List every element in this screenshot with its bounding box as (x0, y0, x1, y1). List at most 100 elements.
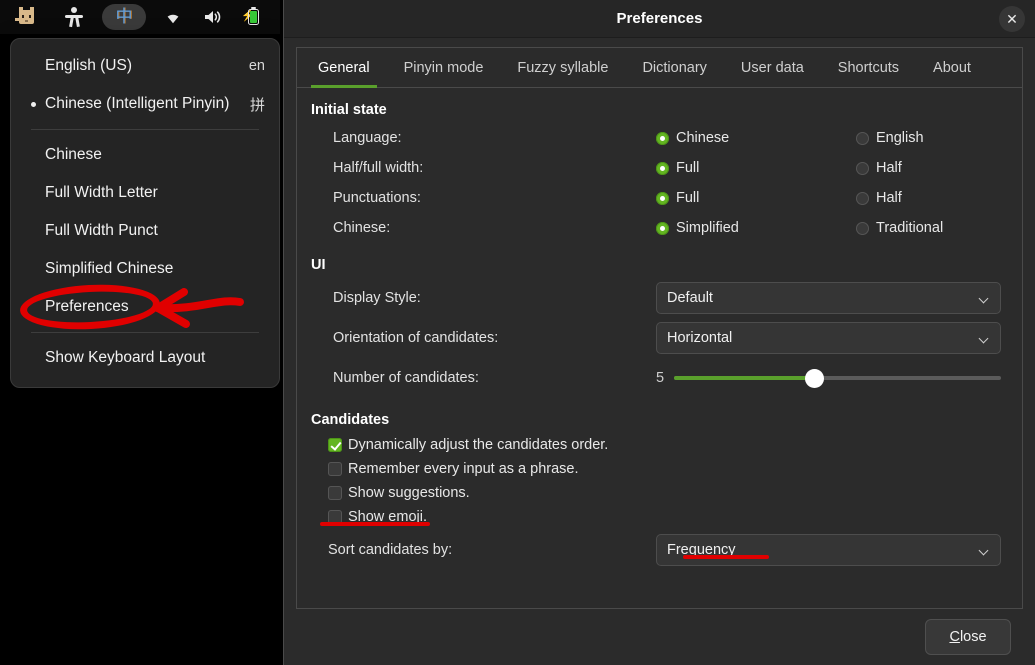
radio-indicator-icon (656, 131, 669, 145)
checkbox-dynamic-order[interactable]: Dynamically adjust the candidates order. (311, 433, 1004, 457)
radio-label: Half (876, 160, 902, 176)
ime-glyph: 中 (115, 6, 133, 27)
row-orientation: Orientation of candidates: Horizontal (311, 318, 1004, 358)
tab-notebook: General Pinyin mode Fuzzy syllable Dicti… (296, 47, 1023, 609)
tab-label: About (933, 59, 971, 76)
battery-glyph: ⚡ (241, 7, 262, 26)
radio-language-english[interactable]: English (856, 130, 924, 146)
battery-icon[interactable]: ⚡ (232, 0, 272, 34)
section-heading-initial-state: Initial state (311, 102, 387, 118)
row-label: Chinese: (333, 220, 391, 236)
menu-item-full-width-punct[interactable]: Full Width Punct (11, 212, 279, 250)
radio-chinese-traditional[interactable]: Traditional (856, 220, 943, 236)
row-label: Language: (333, 130, 402, 146)
close-icon[interactable]: ✕ (999, 5, 1025, 32)
number-of-candidates-slider[interactable]: 5 (656, 368, 1001, 388)
row-label: Display Style: (333, 290, 421, 306)
dropdown-value: Frequency (667, 542, 736, 558)
checkbox-show-suggestions[interactable]: Show suggestions. (311, 481, 1004, 505)
slider-value: 5 (656, 370, 665, 386)
radio-label: Full (676, 190, 700, 206)
menu-item-show-keyboard-layout[interactable]: Show Keyboard Layout (11, 339, 279, 377)
accessibility-icon[interactable] (52, 0, 96, 34)
row-half-full-width: Half/full width: Full Half (311, 153, 1004, 183)
checkbox-show-emoji[interactable]: Show emoji. (311, 505, 1004, 529)
ime-pill: 中 (102, 4, 146, 30)
checkbox-label: Dynamically adjust the candidates order. (348, 437, 609, 453)
window-titlebar: Preferences ✕ (284, 0, 1035, 38)
row-number-of-candidates: Number of candidates: 5 (311, 358, 1004, 398)
sort-candidates-dropdown[interactable]: Frequency (656, 534, 1001, 566)
dialog-body: General Pinyin mode Fuzzy syllable Dicti… (284, 38, 1035, 665)
section-heading-ui: UI (311, 257, 326, 273)
menu-separator (31, 129, 259, 130)
menu-item-engine-english[interactable]: English (US) en (11, 47, 279, 85)
volume-icon[interactable] (194, 0, 232, 34)
row-chinese-variant: Chinese: Simplified Traditional (311, 213, 1004, 243)
checkbox-indicator-icon (328, 486, 342, 500)
cat-icon[interactable] (0, 0, 52, 34)
checkbox-label: Remember every input as a phrase. (348, 461, 579, 477)
row-sort-candidates-by: Sort candidates by: Frequency (311, 533, 1004, 567)
menu-item-preferences[interactable]: Preferences (11, 288, 279, 326)
radio-indicator-icon (856, 221, 869, 235)
menu-item-label: Preferences (45, 298, 129, 315)
tab-about[interactable]: About (916, 48, 988, 87)
radio-label: Half (876, 190, 902, 206)
preferences-window: Preferences ✕ General Pinyin mode Fuzzy … (283, 0, 1035, 665)
tab-label: Dictionary (642, 59, 707, 76)
close-button[interactable]: Close (925, 619, 1011, 655)
tab-dictionary[interactable]: Dictionary (625, 48, 723, 87)
row-label: Orientation of candidates: (333, 330, 499, 346)
menu-item-full-width-letter[interactable]: Full Width Letter (11, 174, 279, 212)
tab-shortcuts[interactable]: Shortcuts (821, 48, 916, 87)
tab-general[interactable]: General (301, 48, 387, 88)
slider-thumb[interactable] (805, 368, 825, 388)
wifi-icon[interactable] (152, 0, 194, 34)
tab-user-data[interactable]: User data (724, 48, 821, 87)
radio-label: Simplified (676, 220, 739, 236)
radio-width-full[interactable]: Full (656, 160, 856, 176)
close-button-mnemonic: C (949, 629, 960, 645)
radio-indicator-icon (856, 161, 869, 175)
tab-fuzzy-syllable[interactable]: Fuzzy syllable (500, 48, 625, 87)
menu-item-simplified-chinese[interactable]: Simplified Chinese (11, 250, 279, 288)
menu-item-label: Show Keyboard Layout (45, 349, 206, 366)
volume-glyph (203, 9, 223, 25)
radio-indicator-icon (656, 191, 669, 205)
radio-label: Full (676, 160, 700, 176)
row-punctuations: Punctuations: Full Half (311, 183, 1004, 213)
menu-item-badge: en (248, 58, 265, 74)
row-label: Number of candidates: (333, 370, 479, 386)
window-title: Preferences (616, 10, 703, 27)
radio-indicator-icon (856, 191, 869, 205)
close-button-label: lose (959, 629, 987, 645)
menu-item-label: Full Width Punct (45, 222, 158, 239)
slider-track[interactable] (674, 368, 1001, 388)
checkbox-remember-phrase[interactable]: Remember every input as a phrase. (311, 457, 1004, 481)
radio-width-half[interactable]: Half (856, 160, 902, 176)
menu-item-label: Chinese (45, 146, 102, 163)
dropdown-value: Default (667, 290, 713, 306)
input-method-indicator[interactable]: 中 (96, 0, 152, 34)
tab-label: User data (740, 59, 804, 76)
tab-pinyin-mode[interactable]: Pinyin mode (387, 48, 501, 87)
radio-punctuation-full[interactable]: Full (656, 190, 856, 206)
orientation-dropdown[interactable]: Horizontal (656, 322, 1001, 354)
tab-label: Pinyin mode (403, 59, 484, 76)
radio-language-chinese[interactable]: Chinese (656, 130, 856, 146)
tab-bar: General Pinyin mode Fuzzy syllable Dicti… (297, 48, 1022, 88)
accessibility-glyph (65, 7, 83, 28)
dropdown-value: Horizontal (667, 330, 733, 346)
general-pane: Initial state Language: Chinese English (297, 88, 1022, 608)
checkbox-indicator-icon (328, 438, 342, 452)
radio-punctuation-half[interactable]: Half (856, 190, 902, 206)
chevron-down-icon (980, 295, 989, 301)
display-style-dropdown[interactable]: Default (656, 282, 1001, 314)
radio-chinese-simplified[interactable]: Simplified (656, 220, 856, 236)
menu-item-engine-chinese-pinyin[interactable]: Chinese (Intelligent Pinyin) 拼 (11, 85, 279, 123)
tab-label: Fuzzy syllable (517, 59, 609, 76)
menu-item-chinese[interactable]: Chinese (11, 136, 279, 174)
row-language: Language: Chinese English (311, 123, 1004, 153)
menu-item-label: Simplified Chinese (45, 260, 174, 277)
